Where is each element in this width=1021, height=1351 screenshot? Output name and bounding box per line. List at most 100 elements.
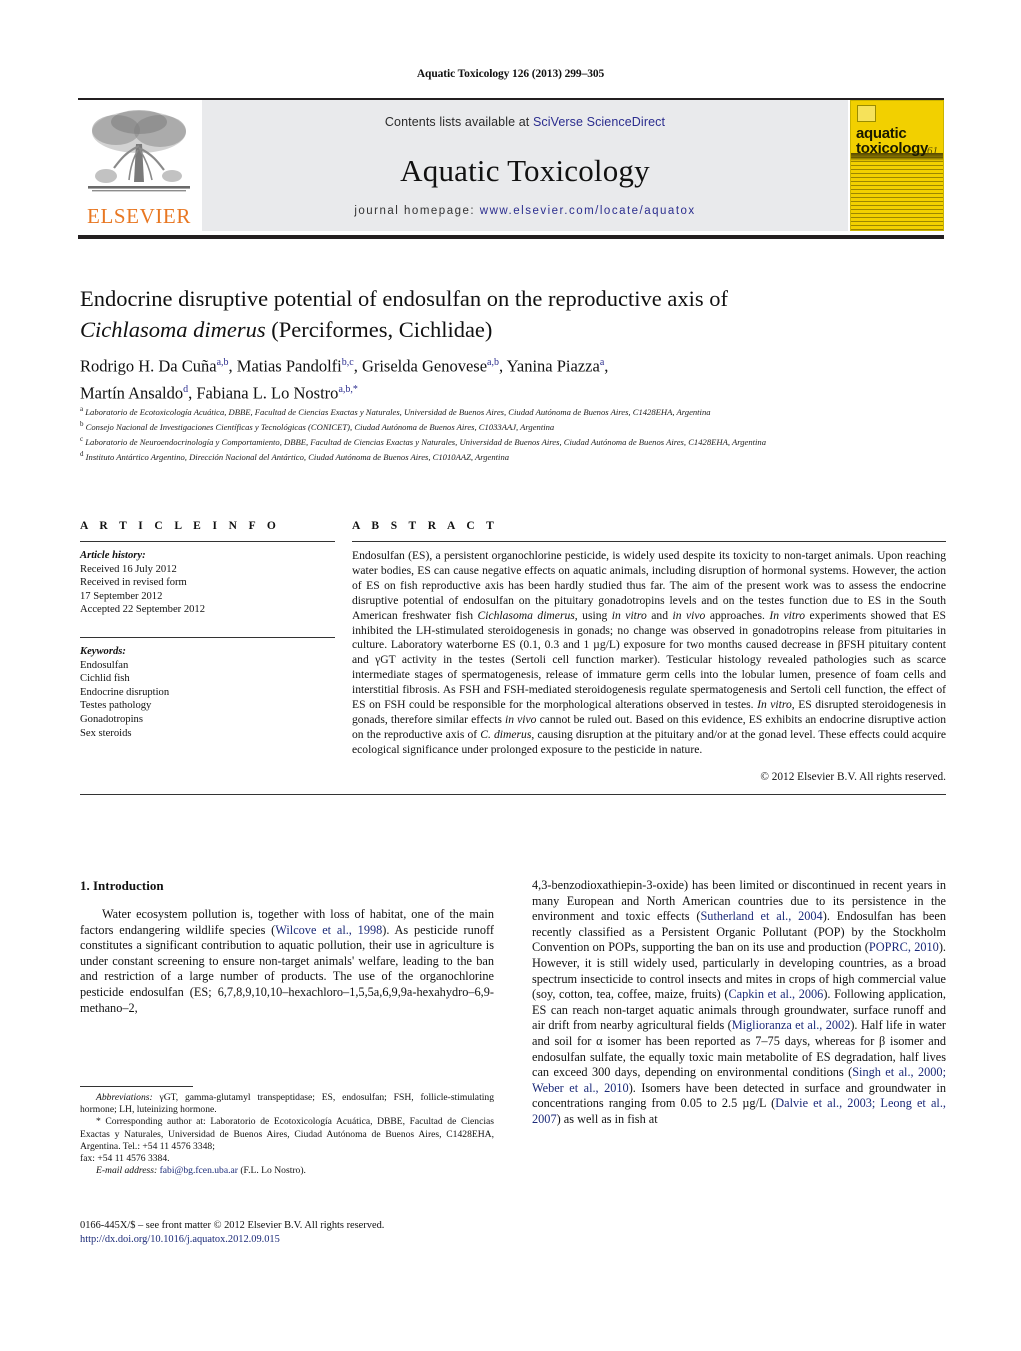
intro-paragraph-right: 4,3-benzodioxathiepin-3-oxide) has been …: [532, 878, 946, 1128]
author-2-affil-marks: b,c: [341, 357, 354, 368]
citation-capkin[interactable]: Capkin et al., 2006: [728, 987, 823, 1001]
keyword-item: Gonadotropins: [80, 713, 143, 725]
footnote-corresponding-author: * Corresponding author at: Laboratorio d…: [80, 1116, 494, 1152]
affiliation-text: Consejo Nacional de Investigaciones Cien…: [85, 421, 555, 432]
masthead-bottom-rule: [78, 235, 944, 239]
abstract-italic-5: in vivo: [504, 712, 537, 726]
footnote-email: E-mail address: fabi@bg.fcen.uba.ar (F.L…: [80, 1165, 494, 1177]
abstract-part-5: experiments showed that ES inhibited the…: [352, 608, 946, 712]
section-heading-introduction: 1. Introduction: [80, 878, 164, 893]
affiliation-item: d Instituto Antártico Argentino, Direcci…: [80, 449, 950, 463]
copyright-line: © 2012 Elsevier B.V. All rights reserved…: [760, 770, 946, 783]
affiliation-mark: d: [80, 449, 84, 458]
masthead-center-panel: Contents lists available at SciVerse Sci…: [202, 100, 848, 231]
elsevier-logo: ELSEVIER: [78, 100, 200, 231]
right-column: 4,3-benzodioxathiepin-3-oxide) has been …: [532, 878, 946, 1128]
homepage-prefix-text: journal homepage:: [354, 205, 480, 217]
article-history-block: Article history: Received 16 July 2012 R…: [80, 549, 335, 617]
keyword-item: Cichlid fish: [80, 673, 130, 685]
journal-cover-image: aquatic toxicology 61: [850, 100, 944, 231]
cover-title-line2: toxicology: [856, 140, 929, 157]
history-item: Accepted 22 September 2012: [80, 604, 206, 616]
band-bottom-rule: [80, 793, 946, 795]
article-history-label: Article history:: [80, 550, 146, 561]
email-owner-text: (F.L. Lo Nostro).: [237, 1165, 306, 1177]
intro-right-text-g: ) as well as in fish at: [556, 1111, 658, 1126]
article-info-column: A R T I C L E I N F O Article history: R…: [80, 520, 335, 783]
author-list: Rodrigo H. Da Cuñaa,b, Matias Pandolfib,…: [80, 351, 880, 404]
email-label: E-mail address:: [96, 1165, 158, 1177]
author-6-affil-marks: a,b,*: [338, 383, 358, 395]
author-4: , Yanina Piazza: [498, 356, 600, 376]
homepage-url-link[interactable]: www.elsevier.com/locate/aquatox: [480, 205, 696, 217]
keyword-item: Sex steroids: [80, 727, 132, 739]
author-6: , Fabiana L. Lo Nostro: [188, 383, 339, 402]
running-head: Aquatic Toxicology 126 (2013) 299–305: [416, 68, 605, 80]
abstract-part-2: , using: [574, 608, 612, 622]
keywords-label: Keywords:: [80, 645, 126, 657]
affiliation-item: a Laboratorio de Ecotoxicología Acuática…: [80, 404, 950, 418]
title-line-2-rest: (Perciformes, Cichlidae): [265, 317, 493, 342]
cover-water-texture: [851, 157, 943, 230]
sciencedirect-link[interactable]: SciVerse ScienceDirect: [533, 115, 665, 129]
journal-homepage-line: journal homepage: www.elsevier.com/locat…: [202, 205, 848, 217]
author-line1-sep: ,: [604, 356, 609, 376]
abstract-italic-6: C. dimerus: [480, 727, 532, 741]
citation-wilcove[interactable]: Wilcove et al., 1998: [275, 923, 382, 937]
article-info-heading: A R T I C L E I N F O: [80, 520, 281, 532]
journal-masthead: ELSEVIER Contents lists available at Sci…: [78, 98, 944, 239]
affiliation-list: a Laboratorio de Ecotoxicología Acuática…: [80, 404, 950, 464]
author-1: Rodrigo H. Da Cuña: [80, 356, 217, 376]
footnote-abbreviations: Abbreviations: γGT, gamma-glutamyl trans…: [80, 1092, 494, 1116]
abstract-italic-1: in vitro: [611, 608, 647, 622]
cover-publisher-badge: [857, 105, 876, 122]
author-5: Martín Ansaldo: [80, 383, 184, 402]
elsevier-wordmark: ELSEVIER: [87, 204, 191, 228]
journal-title: Aquatic Toxicology: [400, 153, 650, 188]
affiliation-mark: a: [80, 405, 84, 413]
history-item: Received in revised form: [80, 577, 187, 589]
citation-sutherland[interactable]: Sutherland et al., 2004: [700, 909, 822, 923]
footnote-fax: fax: +54 11 4576 3384.: [80, 1153, 170, 1165]
history-item: 17 September 2012: [80, 590, 163, 602]
footnote-rule: [80, 1086, 193, 1087]
abstract-part-3: and: [646, 608, 673, 622]
title-line-1: Endocrine disruptive potential of endosu…: [80, 286, 728, 311]
doi-link[interactable]: http://dx.doi.org/10.1016/j.aquatox.2012…: [80, 1233, 510, 1247]
abstract-body: Endosulfan (ES), a persistent organochlo…: [352, 549, 946, 758]
author-2: , Matias Pandolfi: [228, 356, 342, 376]
keyword-item: Testes pathology: [80, 700, 152, 712]
citation-poprc[interactable]: POPRC, 2010: [869, 940, 939, 954]
citation-miglioranza[interactable]: Miglioranza et al., 2002: [732, 1018, 851, 1032]
abstract-italic-4: In vitro: [757, 698, 792, 712]
keywords-rule: [80, 636, 335, 638]
info-abstract-band: A R T I C L E I N F O Article history: R…: [80, 520, 946, 795]
cover-volume-number: 61: [927, 145, 938, 157]
abstract-rule: [352, 541, 946, 542]
affiliation-item: c Laboratorio de Neuroendocrinología y C…: [80, 434, 950, 448]
contents-list-line: Contents lists available at SciVerse Sci…: [202, 100, 848, 129]
author-1-affil-marks: a,b: [216, 357, 229, 368]
article-info-rule: [80, 541, 335, 542]
footnote-zone: Abbreviations: γGT, gamma-glutamyl trans…: [80, 1086, 494, 1177]
abstract-italic-2: in vivo: [672, 608, 706, 622]
email-link[interactable]: fabi@bg.fcen.uba.ar: [160, 1165, 238, 1176]
abstract-italic-3: In vitro: [769, 608, 805, 622]
title-species-name: Cichlasoma dimerus: [80, 317, 266, 342]
journal-article-page: Aquatic Toxicology 126 (2013) 299–305 EL…: [0, 0, 1021, 1351]
abstract-species-1: Cichlasoma dimerus: [477, 608, 575, 622]
abstract-heading: A B S T R A C T: [352, 520, 499, 532]
page-title: Endocrine disruptive potential of endosu…: [80, 283, 880, 345]
abbreviations-label: Abbreviations:: [96, 1092, 153, 1103]
affiliation-item: b Consejo Nacional de Investigaciones Ci…: [80, 419, 950, 433]
keyword-item: Endosulfan: [80, 659, 129, 671]
affiliation-mark: b: [80, 419, 84, 428]
abstract-column: A B S T R A C T Endosulfan (ES), a persi…: [352, 520, 946, 783]
affiliation-text: Instituto Antártico Argentino, Dirección…: [85, 451, 510, 462]
contents-prefix-text: Contents lists available at: [384, 115, 533, 129]
affiliation-mark: c: [80, 434, 84, 443]
column-gap: [335, 520, 352, 783]
author-3-affil-marks: a,b: [487, 357, 499, 368]
author-3: , Griselda Genovese: [353, 356, 488, 376]
intro-paragraph-left: Water ecosystem pollution is, together w…: [80, 907, 494, 1016]
